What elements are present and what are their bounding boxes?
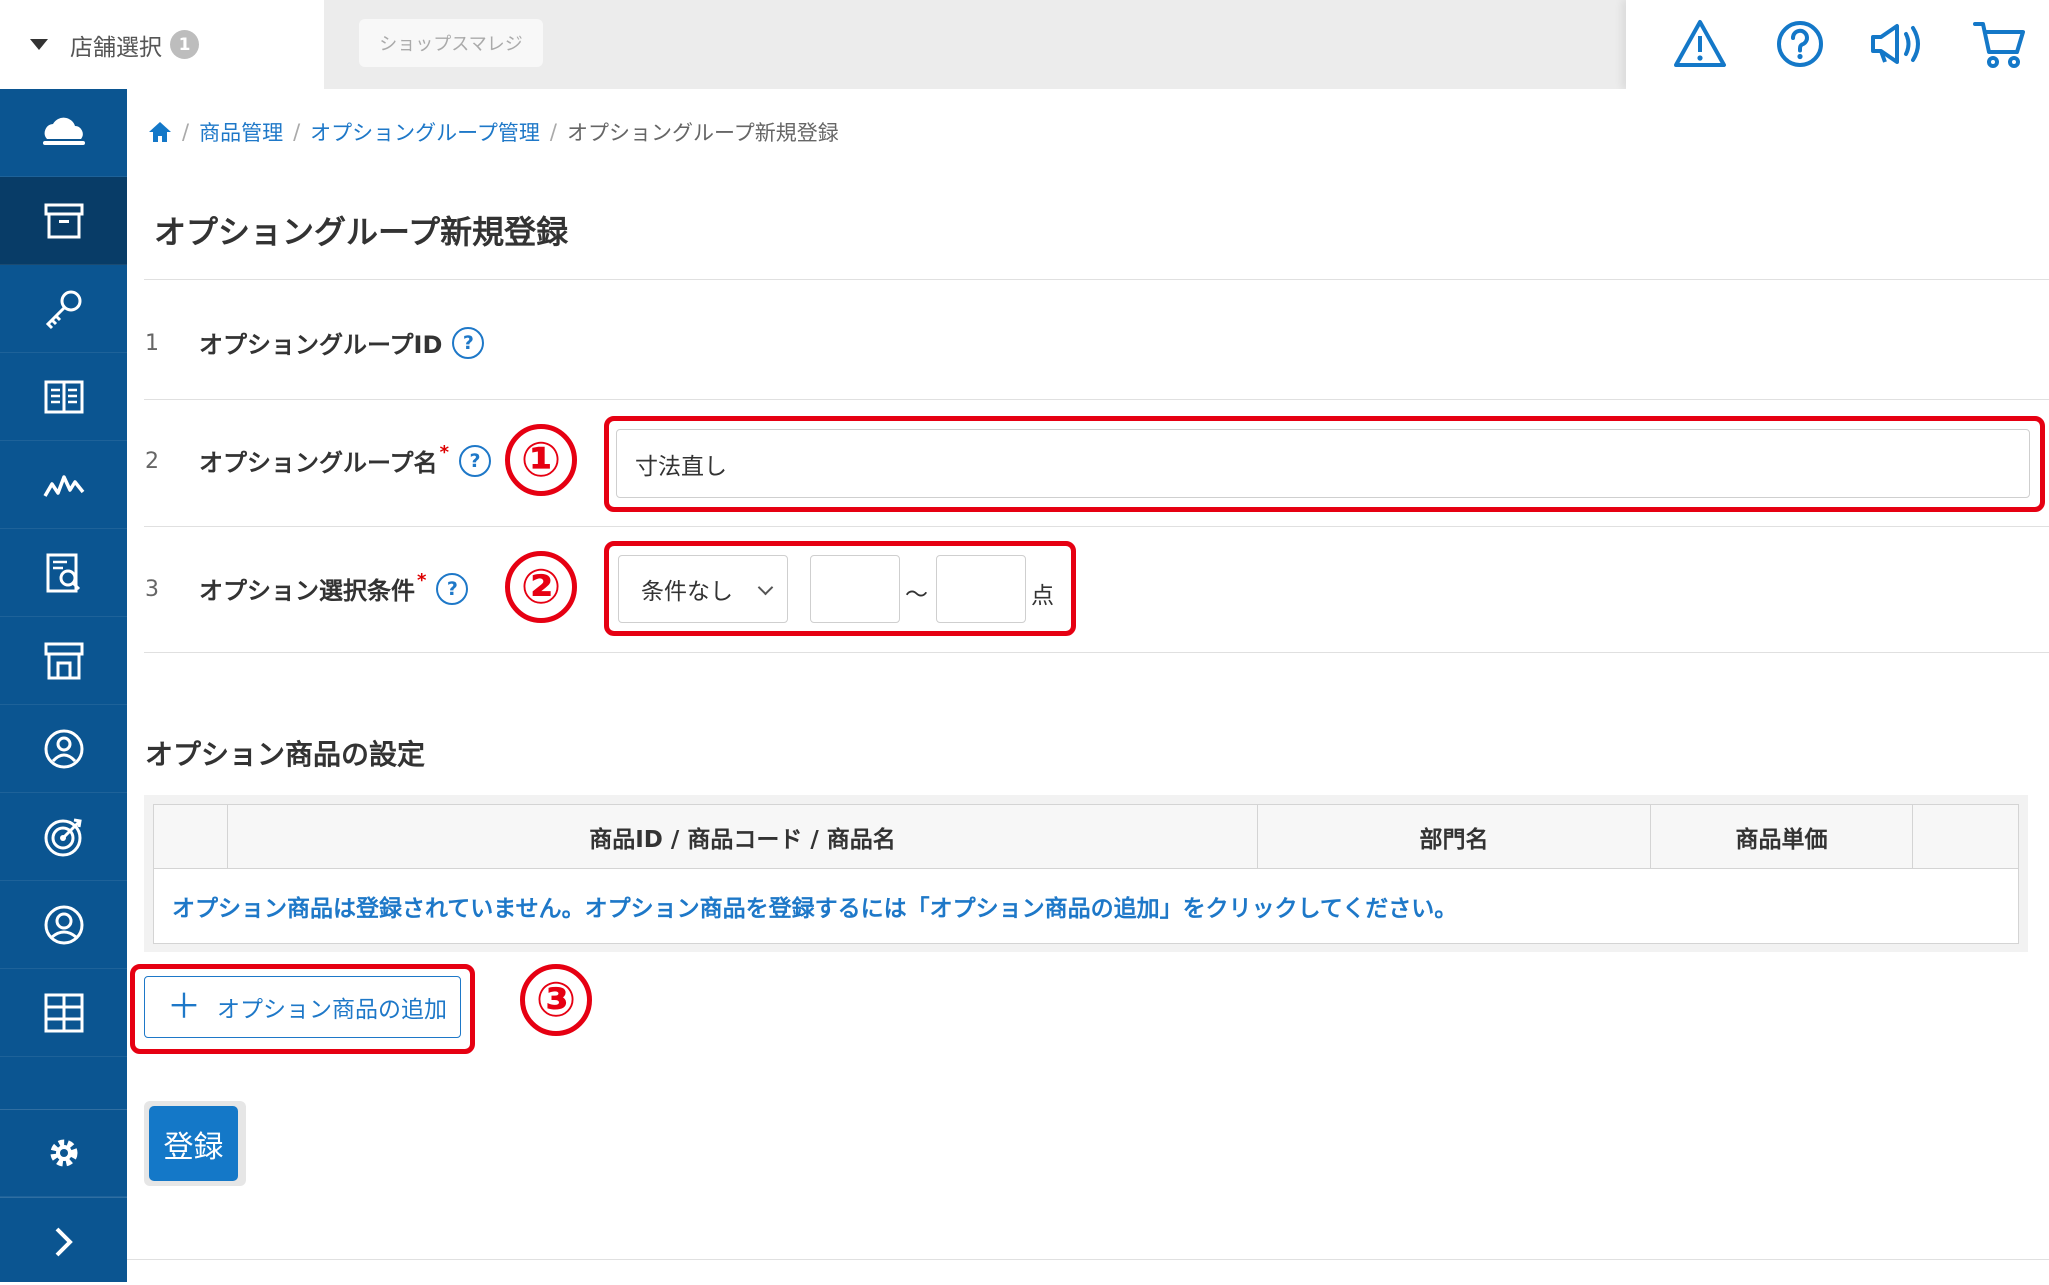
register-button[interactable]: 登録 [149,1106,238,1181]
divider [144,399,2049,400]
cart-icon[interactable] [1970,14,2030,74]
divider [144,279,2049,280]
cloud-icon [42,117,85,145]
sidebar [0,89,127,1282]
chevron-down-icon [757,579,774,596]
required-mark: * [417,570,427,591]
help-icon[interactable]: ? [436,572,469,605]
option-group-name-label: オプショングループ名 * ? [199,442,491,478]
option-group-name-input[interactable]: 寸法直し [616,429,2030,498]
divider [144,526,2049,527]
column-unit-price: 商品単価 [1651,805,1913,868]
sidebar-item-key[interactable] [0,265,127,353]
member-icon [44,905,83,944]
sidebar-item-book[interactable] [0,353,127,441]
empty-message: オプション商品は登録されていません。オプション商品を登録するには「オプション商品… [153,869,2019,944]
sidebar-settings[interactable] [0,1109,127,1197]
sidebar-expand[interactable] [0,1197,127,1285]
sidebar-item-products[interactable] [0,177,127,265]
annotation-1: ① [505,424,577,496]
option-group-id-label: オプショングループID ? [199,325,485,360]
sidebar-item-cloud[interactable] [0,89,127,177]
row-number: 3 [145,577,159,602]
annotation-2: ② [505,551,577,623]
main-content: / 商品管理 / オプショングループ管理 / オプショングループ新規登録 オプシ… [127,89,2049,1282]
sidebar-item-apps[interactable] [0,969,127,1057]
warning-icon[interactable] [1670,14,1730,74]
store-icon [44,642,83,679]
min-count-input[interactable] [810,555,900,623]
column-actions [1913,805,2018,868]
breadcrumb: / 商品管理 / オプショングループ管理 / オプショングループ新規登録 [148,117,839,147]
section-title: オプション商品の設定 [145,738,426,771]
sidebar-item-store[interactable] [0,617,127,705]
divider [127,1259,2049,1260]
required-mark: * [439,442,449,463]
sidebar-item-customer[interactable] [0,705,127,793]
annotation-3: ③ [520,964,592,1036]
sidebar-item-member[interactable] [0,881,127,969]
expand-icon [55,1227,73,1256]
sidebar-item-report[interactable] [0,529,127,617]
help-icon[interactable]: ? [452,326,485,359]
column-product: 商品ID / 商品コード / 商品名 [228,805,1258,868]
customer-icon [44,729,83,768]
page-title: オプショングループ新規登録 [154,213,569,251]
sidebar-item-target[interactable] [0,793,127,881]
help-icon[interactable] [1770,14,1830,74]
range-separator: 〜 [905,582,928,608]
add-option-product-button[interactable]: ＋ オプション商品の追加 [144,976,461,1038]
row-number: 2 [145,449,159,474]
condition-select[interactable]: 条件なし [618,555,788,623]
sidebar-item-analytics[interactable] [0,441,127,529]
target-icon [44,818,82,856]
key-icon [45,290,81,329]
store-selector[interactable]: 店舗選択 1 [0,0,324,89]
book-icon [44,380,83,413]
max-count-input[interactable] [936,555,1026,623]
breadcrumb-current: オプショングループ新規登録 [566,121,839,145]
settings-icon [50,1139,77,1167]
count-unit: 点 [1031,583,1054,609]
product-box-icon [44,203,83,238]
top-header: 店舗選択 1 ショップスマレジ [0,0,2049,89]
column-select [154,805,228,868]
report-icon [46,553,80,592]
help-icon[interactable]: ? [458,444,491,477]
column-department: 部門名 [1258,805,1651,868]
option-products-table: 商品ID / 商品コード / 商品名 部門名 商品単価 オプション商品は登録され… [144,795,2028,952]
store-count-badge: 1 [170,30,199,59]
row-number: 1 [145,331,159,356]
apps-icon [44,993,83,1032]
table-header: 商品ID / 商品コード / 商品名 部門名 商品単価 [153,804,2019,869]
submit-area: 登録 [144,1101,246,1186]
header-icon-group [1626,0,2049,89]
breadcrumb-option-group-management[interactable]: オプショングループ管理 [310,117,540,147]
home-icon[interactable] [148,121,172,143]
divider [144,652,2049,653]
plus-icon: ＋ [167,987,201,1027]
breadcrumb-products[interactable]: 商品管理 [199,117,283,147]
chart-icon [42,474,84,497]
option-selection-condition-label: オプション選択条件 * ? [199,570,469,606]
shop-name-chip[interactable]: ショップスマレジ [359,19,543,67]
caret-down-icon [30,39,48,50]
store-select-label: 店舗選択 [70,34,162,61]
announcement-icon[interactable] [1868,14,1928,74]
